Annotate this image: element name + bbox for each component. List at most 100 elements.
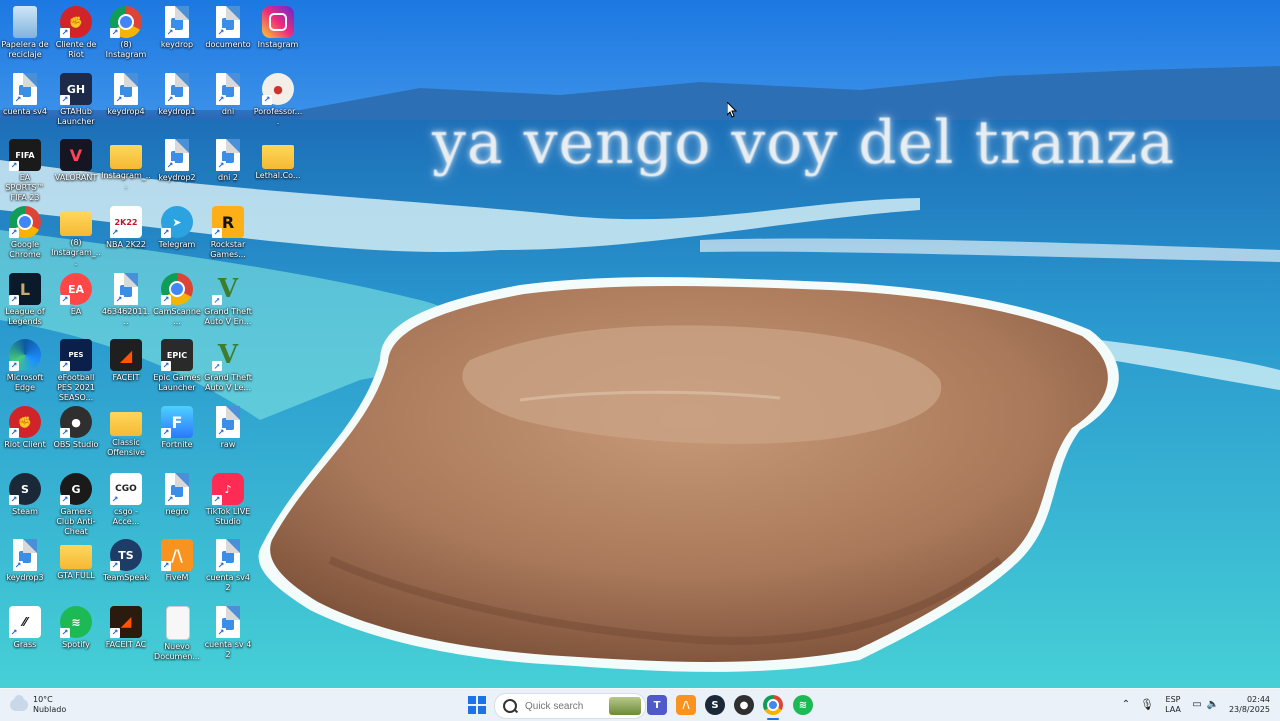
search-input[interactable] xyxy=(523,699,607,713)
desktop-icon-label: Rockstar Games... xyxy=(210,240,246,259)
desktop-icon[interactable]: ↗ (8) Instagram xyxy=(101,2,151,68)
desktop-icon[interactable]: S ↗ Steam xyxy=(0,469,50,535)
desktop-icon[interactable]: ↗ CamScanne... xyxy=(152,269,202,335)
shortcut-arrow-icon: ↗ xyxy=(165,28,175,38)
gamersclub-icon: G ↗ xyxy=(60,473,92,505)
desktop-icon[interactable]: CGO ↗ csgo - Acce... xyxy=(101,469,151,535)
desktop-icon[interactable]: Lethal.Co... xyxy=(253,135,303,201)
desktop-icon[interactable]: /\ ↗ FiveM xyxy=(152,535,202,601)
desktop-icon[interactable]: FIFA ↗ EA SPORTS™ FIFA 23 xyxy=(0,135,50,202)
shortcut-arrow-icon: ↗ xyxy=(9,428,19,438)
shortcut-arrow-icon: ↗ xyxy=(60,28,70,38)
desktop-icon[interactable]: ● ↗ OBS Studio xyxy=(51,402,101,468)
shortcut-arrow-icon: ↗ xyxy=(110,628,120,638)
desktop-icon[interactable]: V ↗ Grand Theft Auto V Le... xyxy=(203,335,253,401)
desktop-icon[interactable]: Papelera de reciclaje xyxy=(0,2,50,68)
desktop-icon[interactable]: EPIC ↗ Epic Games Launcher xyxy=(152,335,202,401)
desktop-icon[interactable]: ↗ keydrop1 xyxy=(152,69,202,135)
desktop-icon[interactable]: R ↗ Rockstar Games... xyxy=(203,202,253,268)
shortcut-arrow-icon: ↗ xyxy=(13,561,23,571)
desktop-icon[interactable]: ♪ ↗ TikTok LIVE Studio xyxy=(203,469,253,535)
desktop-icon[interactable]: GTA FULL xyxy=(51,535,101,601)
obs-icon: ● xyxy=(739,699,749,711)
shortcut-arrow-icon: ↗ xyxy=(161,361,171,371)
language-indicator[interactable]: ESP LAA xyxy=(1162,689,1184,721)
desktop-icon-label: VALORANT xyxy=(54,173,98,182)
desktop-icon[interactable]: Classic Offensive xyxy=(101,402,151,468)
desktop-icon[interactable]: PES ↗ eFootball PES 2021 SEASO... xyxy=(51,335,101,402)
clock[interactable]: 02:44 23/8/2025 xyxy=(1224,689,1270,721)
desktop-icon[interactable]: ➤ ↗ Telegram xyxy=(152,202,202,268)
taskbar-search[interactable] xyxy=(494,693,646,719)
network-button[interactable]: ▭ xyxy=(1190,689,1204,721)
desktop-icon[interactable]: ↗ 463462011... xyxy=(101,269,151,335)
desktop-icon-label: GTAHub Launcher xyxy=(57,107,95,126)
desktop-icon[interactable]: GH ↗ GTAHub Launcher xyxy=(51,69,101,135)
start-button[interactable] xyxy=(468,696,486,714)
desktop-icon[interactable]: Nuevo Documen... xyxy=(152,602,202,668)
desktop-icon[interactable]: Instagram_... xyxy=(101,135,151,201)
desktop-icon[interactable]: V ↗ Grand Theft Auto V En... xyxy=(203,269,253,335)
taskbar-fivem-button[interactable]: /\ xyxy=(676,695,696,715)
desktop-icon[interactable]: ↗ negro xyxy=(152,469,202,535)
desktop-icon[interactable]: ◢ ↗ FACEIT AC xyxy=(101,602,151,668)
desktop-icon[interactable]: ↗ Google Chrome xyxy=(0,202,50,268)
desktop-icon-label: keydrop1 xyxy=(158,107,196,116)
desktop-icon[interactable]: F ↗ Fortnite xyxy=(152,402,202,468)
taskbar-chrome-button[interactable] xyxy=(763,695,783,715)
desktop-icon[interactable]: ↗ Microsoft Edge xyxy=(0,335,50,401)
weather-widget[interactable]: 10°C Nublado xyxy=(10,693,66,717)
desktop-icon[interactable]: ↗ raw xyxy=(203,402,253,468)
desktop-icon[interactable]: ● ↗ Porofessor.... xyxy=(253,69,303,135)
shortcut-arrow-icon: ↗ xyxy=(165,495,175,505)
desktop-icon[interactable]: L ↗ League of Legends xyxy=(0,269,50,335)
shortcut-arrow-icon: ↗ xyxy=(114,295,124,305)
desktop-icon[interactable]: ✊ ↗ Riot Client xyxy=(0,402,50,468)
show-hidden-icons-button[interactable]: ⌃ xyxy=(1118,689,1134,721)
microphone-icon: 🎙 xyxy=(1140,698,1154,711)
desktop-icon[interactable]: ↗ cuenta sv4 xyxy=(0,69,50,135)
volume-button[interactable]: 🔈 xyxy=(1206,689,1220,721)
taskbar-steam-button[interactable]: S xyxy=(705,695,725,715)
taskbar-teams-button[interactable]: T xyxy=(647,695,667,715)
desktop-icon[interactable]: V VALORANT xyxy=(51,135,101,201)
desktop-icon-label: Grand Theft Auto V Le... xyxy=(204,373,252,392)
riot-client-icon: ✊ ↗ xyxy=(60,6,92,38)
taskbar-spotify-button[interactable]: ≋ xyxy=(793,695,813,715)
desktop-icon[interactable]: (8) Instagram_... xyxy=(51,202,101,268)
desktop-icon[interactable]: ↗ keydrop4 xyxy=(101,69,151,135)
desktop-icon-label: Steam xyxy=(12,507,38,516)
desktop-icon[interactable]: ↗ keydrop3 xyxy=(0,535,50,601)
desktop-icon[interactable]: G ↗ Gamers Club Anti-Cheat xyxy=(51,469,101,536)
desktop-icon[interactable]: ↗ documento xyxy=(203,2,253,68)
desktop-icon-label: FACEIT xyxy=(112,373,140,382)
rockstar-icon: R ↗ xyxy=(212,206,244,238)
weather-condition: Nublado xyxy=(33,705,67,714)
weather-temperature: 10°C xyxy=(33,695,53,704)
desktop-icon[interactable]: ✊ ↗ Cliente de Riot xyxy=(51,2,101,68)
desktop-icon[interactable]: ↗ cuenta sv4 2 xyxy=(203,535,253,601)
microphone-button[interactable]: 🎙 xyxy=(1139,689,1155,721)
shortcut-arrow-icon: ↗ xyxy=(216,628,226,638)
taskbar-obs-button[interactable]: ● xyxy=(734,695,754,715)
desktop-icon[interactable]: EA ↗ EA xyxy=(51,269,101,335)
desktop-icon-label: eFootball PES 2021 SEASO... xyxy=(57,373,95,402)
desktop-icon[interactable]: ≋ ↗ Spotify xyxy=(51,602,101,668)
shortcut-arrow-icon: ↗ xyxy=(60,361,70,371)
shortcut-arrow-icon: ↗ xyxy=(9,361,19,371)
desktop-icon-label: documento xyxy=(205,40,251,49)
desktop-icon[interactable]: 2K22 ↗ NBA 2K22 xyxy=(101,202,151,268)
desktop-icon-label: Gamers Club Anti-Cheat xyxy=(56,507,96,536)
desktop-icon[interactable]: ◢ FACEIT xyxy=(101,335,151,401)
shortcut-arrow-icon: ↗ xyxy=(60,428,70,438)
desktop-icon[interactable]: Instagram xyxy=(253,2,303,68)
desktop-icon[interactable]: ↗ dni xyxy=(203,69,253,135)
desktop-icon[interactable]: ↗ dni 2 xyxy=(203,135,253,201)
desktop-icon[interactable]: ↗ keydrop2 xyxy=(152,135,202,201)
wallpaper-overlay-text: ya vengo voy del tranza xyxy=(432,108,1176,178)
desktop-icon[interactable]: ↗ keydrop xyxy=(152,2,202,68)
desktop-icon[interactable]: ↗ cuenta sv 4 2 xyxy=(203,602,253,668)
desktop-icon[interactable]: TS ↗ TeamSpeak xyxy=(101,535,151,601)
desktop-icon[interactable]: ⁄⁄ ↗ Grass xyxy=(0,602,50,668)
shortcut-file-icon: ↗ xyxy=(165,73,189,105)
